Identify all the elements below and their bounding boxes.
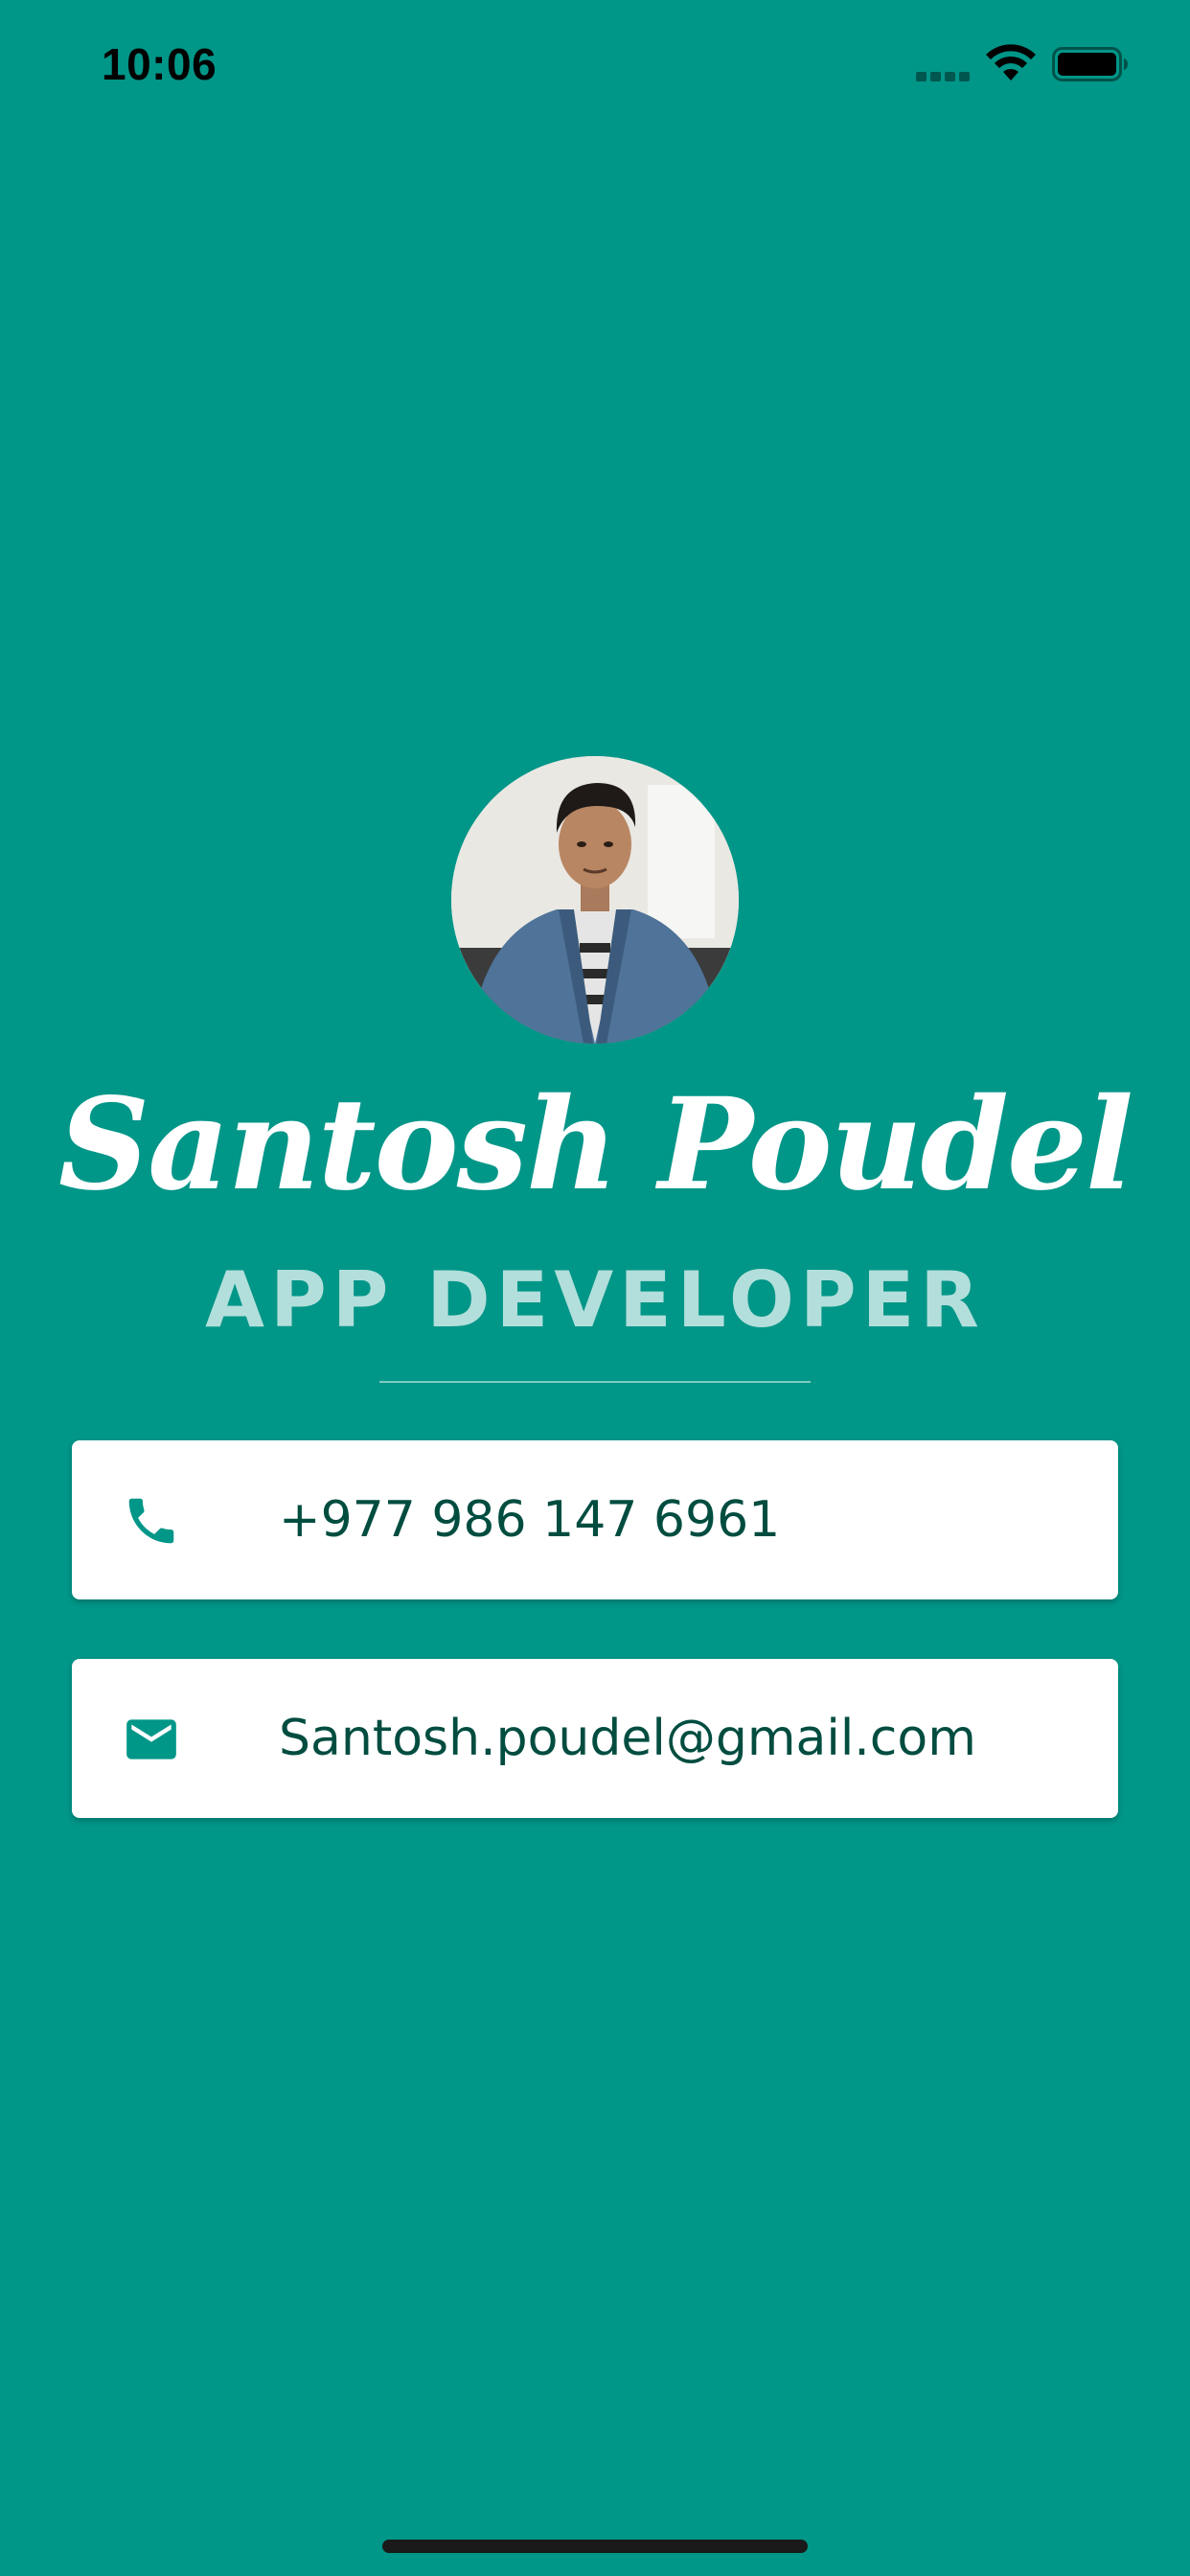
phone-number: +977 986 147 6961 (279, 1491, 781, 1549)
battery-icon (1052, 47, 1128, 81)
profile-name: Santosh Poudel (57, 1070, 1133, 1219)
email-card[interactable]: Santosh.poudel@gmail.com (72, 1659, 1118, 1818)
mail-icon (126, 1719, 176, 1760)
status-time: 10:06 (102, 39, 217, 89)
profile-title: APP DEVELOPER (205, 1255, 985, 1345)
profile-avatar (451, 756, 739, 1044)
user-photo-icon (451, 756, 739, 1044)
email-address: Santosh.poudel@gmail.com (279, 1710, 976, 1767)
home-indicator[interactable] (382, 2540, 808, 2553)
wifi-icon (986, 44, 1036, 80)
divider (379, 1381, 811, 1383)
status-bar: 10:06 (0, 0, 1190, 126)
phone-icon (128, 1498, 174, 1544)
phone-card[interactable]: +977 986 147 6961 (72, 1440, 1118, 1599)
cellular-signal-icon (916, 72, 970, 81)
